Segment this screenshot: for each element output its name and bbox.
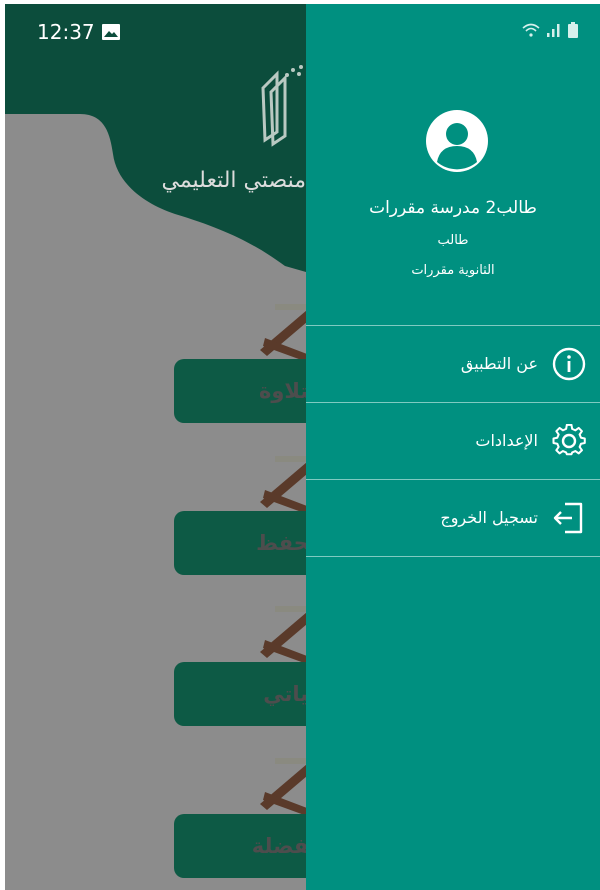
menu-item-settings[interactable]: الإعدادات <box>306 403 600 479</box>
navigation-drawer: طالب2 مدرسة مقررات طالب الثانوية مقررات … <box>306 4 600 890</box>
info-icon <box>552 347 586 381</box>
wifi-icon <box>522 23 540 37</box>
book-icon <box>260 304 307 362</box>
menu-item-about[interactable]: عن التطبيق <box>306 326 600 402</box>
profile-name: طالب2 مدرسة مقررات <box>369 198 537 218</box>
background-card-life: حياتي <box>174 662 324 726</box>
background-card-memorization: الحفظ <box>174 511 324 575</box>
menu-item-label: الإعدادات <box>475 431 538 450</box>
profile-school: الثانوية مقررات <box>411 263 495 278</box>
background-card-virtue: الفضلة <box>174 814 324 878</box>
status-time: 12:37 <box>37 20 95 44</box>
background-cards: التلاوة الحفظ حياتي الفضلة <box>5 4 324 890</box>
battery-icon <box>568 22 578 38</box>
avatar[interactable] <box>426 110 488 172</box>
profile-role: طالب <box>437 233 469 248</box>
status-icons <box>522 22 578 38</box>
app-screen: منصتي التعليمي التلاوة الحفظ حياتي الفضل… <box>5 4 600 890</box>
book-icon <box>260 456 307 514</box>
menu-item-logout[interactable]: تسجيل الخروج <box>306 480 600 556</box>
menu-item-label: عن التطبيق <box>460 354 538 373</box>
gear-icon <box>552 424 586 456</box>
logout-icon <box>553 502 583 534</box>
image-notification-icon <box>102 24 120 40</box>
book-icon <box>260 758 307 816</box>
menu-item-label: تسجيل الخروج <box>440 508 538 527</box>
signal-icon <box>547 24 560 37</box>
book-icon <box>260 606 307 664</box>
divider <box>306 556 600 557</box>
background-card-recitation: التلاوة <box>174 359 324 423</box>
